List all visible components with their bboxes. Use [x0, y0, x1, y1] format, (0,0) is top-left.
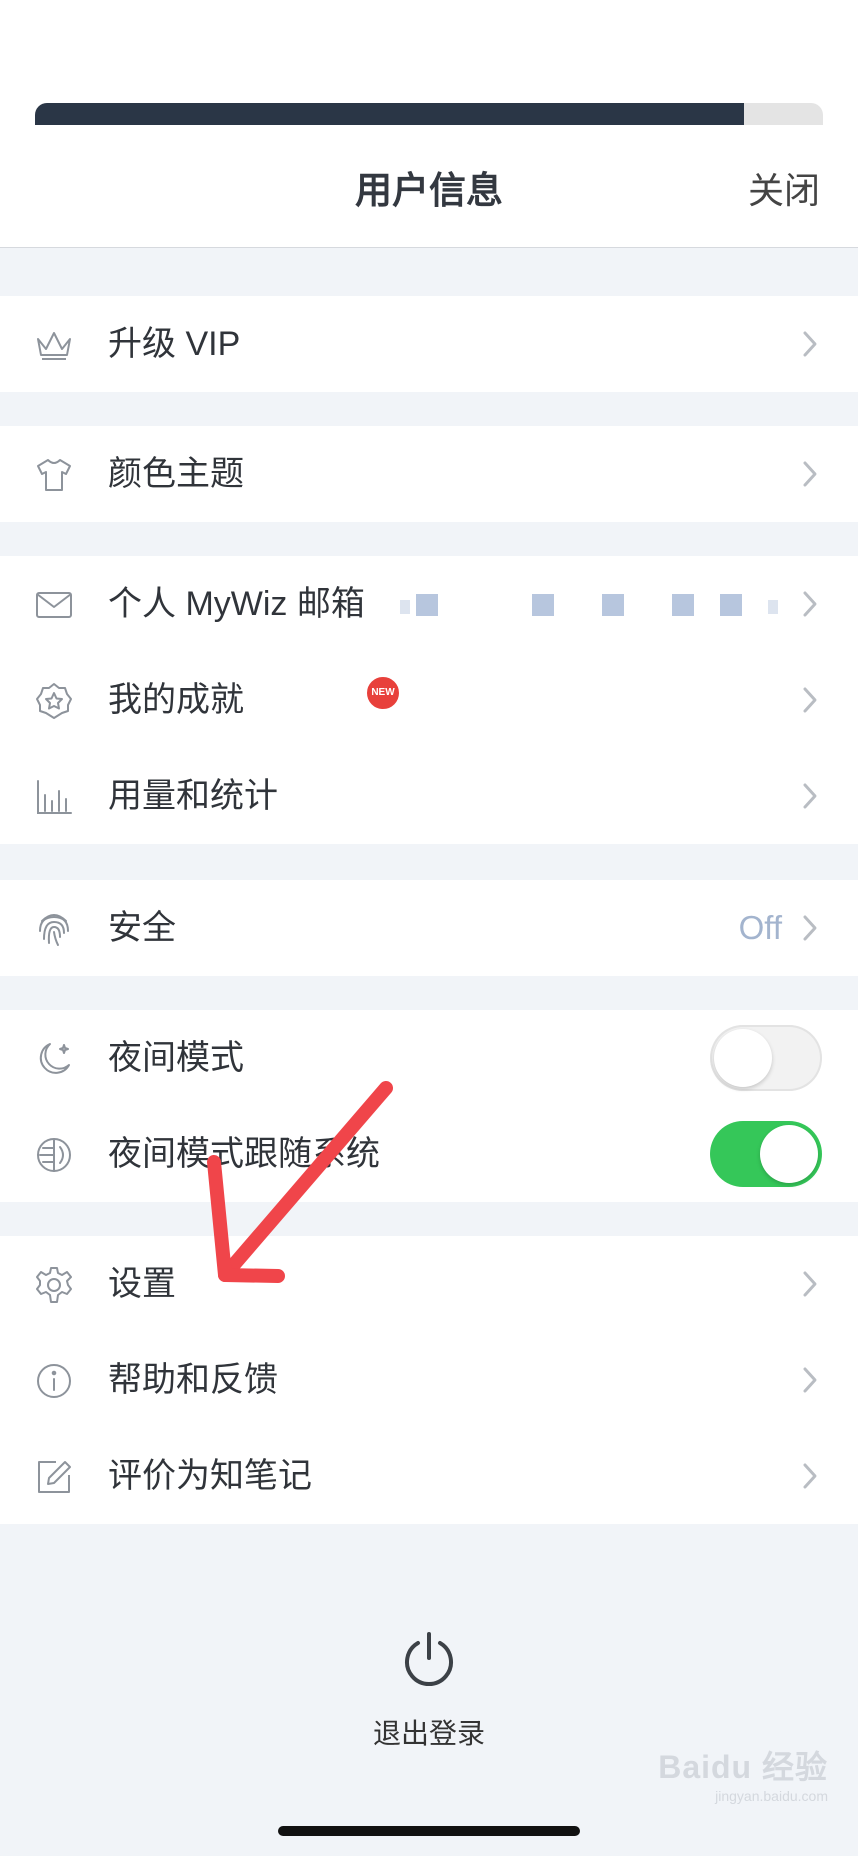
achievements-row[interactable]: 我的成就 NEW [0, 652, 858, 748]
security-label: 安全 [108, 909, 176, 947]
night-mode-row: 夜间模式 [0, 1010, 858, 1106]
header-area: 用户信息 关闭 [0, 0, 858, 248]
toggle-knob [760, 1125, 818, 1183]
watermark-url: jingyan.baidu.com [715, 1788, 828, 1804]
upgrade-vip-row[interactable]: 升级 VIP [0, 296, 858, 392]
half-moon-globe-icon [34, 1135, 74, 1175]
mail-icon [34, 585, 74, 625]
help-feedback-row[interactable]: 帮助和反馈 [0, 1332, 858, 1428]
chevron-right-icon [800, 1364, 820, 1396]
group-night-mode: 夜间模式 夜间模式跟随系统 [0, 1010, 858, 1202]
achievements-label: 我的成就 NEW [108, 675, 401, 720]
settings-label: 设置 [108, 1265, 176, 1303]
redacted-email-value [398, 588, 788, 620]
mywiz-mail-row[interactable]: 个人 MyWiz 邮箱 [0, 556, 858, 652]
chevron-right-icon [800, 1460, 820, 1492]
color-theme-row[interactable]: 颜色主题 [0, 426, 858, 522]
progress-bar [35, 103, 823, 125]
page-title: 用户信息 [355, 170, 503, 211]
night-mode-toggle[interactable] [710, 1025, 822, 1091]
upgrade-vip-label: 升级 VIP [108, 325, 241, 363]
header-divider [0, 247, 858, 248]
toggle-knob [714, 1029, 772, 1087]
medal-icon [34, 681, 74, 721]
usage-stats-label: 用量和统计 [108, 777, 278, 815]
rate-app-label: 评价为知笔记 [108, 1457, 312, 1495]
watermark: Baidu 经验 jingyan.baidu.com [658, 1742, 828, 1804]
gear-icon [34, 1265, 74, 1305]
usage-stats-row[interactable]: 用量和统计 [0, 748, 858, 844]
chevron-right-icon [800, 328, 820, 360]
help-feedback-label: 帮助和反馈 [108, 1361, 278, 1399]
home-indicator[interactable] [278, 1826, 580, 1836]
tshirt-icon [34, 455, 74, 495]
new-badge: NEW [365, 675, 401, 711]
info-icon [34, 1361, 74, 1401]
chevron-right-icon [800, 780, 820, 812]
settings-row[interactable]: 设置 [0, 1236, 858, 1332]
security-status-value: Off [738, 909, 782, 946]
night-mode-follow-system-toggle[interactable] [710, 1121, 822, 1187]
chevron-right-icon [800, 912, 820, 944]
moon-icon [34, 1039, 74, 1079]
progress-bar-fill [35, 103, 745, 125]
group-misc: 设置 帮助和反馈 评价为知笔记 [0, 1236, 858, 1524]
group-theme: 颜色主题 [0, 426, 858, 522]
group-vip: 升级 VIP [0, 296, 858, 392]
night-mode-follow-system-label: 夜间模式跟随系统 [108, 1135, 380, 1173]
chevron-right-icon [800, 588, 820, 620]
power-icon [399, 1630, 459, 1690]
close-button[interactable]: 关闭 [748, 162, 820, 214]
security-row[interactable]: 安全 Off [0, 880, 858, 976]
night-mode-follow-system-row: 夜间模式跟随系统 [0, 1106, 858, 1202]
fingerprint-icon [34, 909, 74, 949]
mywiz-mail-label: 个人 MyWiz 邮箱 [108, 585, 365, 623]
group-account: 个人 MyWiz 邮箱 我的成就 NEW 用量和统计 [0, 556, 858, 844]
edit-icon [34, 1457, 74, 1497]
logout-button[interactable]: 退出登录 [0, 1630, 858, 1752]
chevron-right-icon [800, 684, 820, 716]
chevron-right-icon [800, 1268, 820, 1300]
watermark-brand: Baidu 经验 [658, 1749, 828, 1785]
night-mode-label: 夜间模式 [108, 1039, 244, 1077]
rate-app-row[interactable]: 评价为知笔记 [0, 1428, 858, 1524]
crown-icon [34, 325, 74, 365]
bar-chart-icon [34, 777, 74, 817]
group-security: 安全 Off [0, 880, 858, 976]
chevron-right-icon [800, 458, 820, 490]
color-theme-label: 颜色主题 [108, 455, 244, 493]
